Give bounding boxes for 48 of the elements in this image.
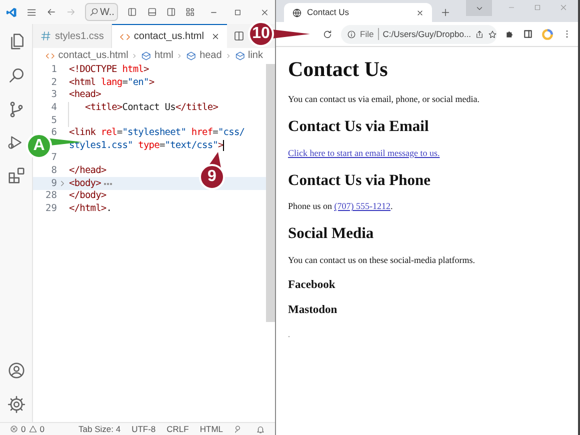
breadcrumb-item[interactable]: link: [248, 48, 263, 63]
line-number: 6: [50, 126, 57, 140]
code-line: </body>: [68, 189, 106, 204]
code-line: </head>: [68, 164, 106, 178]
code-line: <head>: [68, 88, 101, 102]
editor-tab[interactable]: contact_us.html: [112, 24, 227, 48]
line-number: 29: [44, 202, 57, 216]
trailing-period: .: [288, 330, 290, 338]
code-line: </html>.: [68, 202, 112, 216]
breadcrumb-item[interactable]: contact_us.html: [58, 48, 128, 63]
code-line: <title>Contact Us</title>: [85, 100, 218, 115]
breadcrumb-item[interactable]: html: [154, 48, 174, 63]
line-number: 8: [50, 164, 57, 178]
code-line: <html lang="en">: [68, 76, 154, 90]
address-label: File: [360, 28, 379, 40]
section-heading: Contact Us via Phone: [288, 172, 432, 188]
code-line: <!DOCTYPE html>: [68, 63, 149, 78]
status-item[interactable]: UTF-8: [132, 422, 156, 435]
paragraph: You can contact us on these social-media platforms.: [288, 256, 476, 264]
status-item[interactable]: HTML: [200, 422, 223, 435]
browser-tab[interactable]: Contact Us: [284, 3, 432, 22]
section-heading: Contact Us via Email: [288, 119, 430, 134]
section-heading: Social Media: [288, 226, 375, 242]
subsection-heading: Facebook: [288, 280, 336, 291]
address-text: C:/Users/Guy/Dropbo...: [382, 28, 472, 40]
warning-count[interactable]: 0: [40, 422, 44, 435]
line-number: 5: [50, 114, 57, 128]
line-number: 1: [50, 63, 57, 78]
phone-link[interactable]: (707) 555-1212: [334, 201, 391, 211]
subsection-heading: Mastodon: [288, 305, 338, 316]
line-number: 4: [50, 100, 57, 115]
address-bar[interactable]: File C:/Users/Guy/Dropbo...: [341, 24, 497, 44]
line-number: 3: [50, 88, 57, 102]
status-item[interactable]: CRLF: [166, 422, 189, 435]
code-line: <link rel="stylesheet" href="css/: [68, 126, 245, 140]
line-number: 9: [50, 176, 57, 191]
paragraph: You can contact us via email, phone, or social media.: [288, 95, 481, 104]
error-count[interactable]: 0: [21, 422, 26, 435]
paragraph: Phone us on (707) 555-1212.: [288, 202, 394, 211]
line-number: 28: [44, 189, 57, 204]
line-number: 2: [50, 76, 57, 90]
page-heading: Contact Us: [288, 59, 389, 80]
email-link[interactable]: Click here to start an email message to us.: [288, 148, 440, 158]
line-number: 7: [50, 151, 57, 166]
status-item[interactable]: Tab Size: 4: [78, 422, 121, 435]
command-center-field[interactable]: W..: [84, 3, 118, 21]
breadcrumb-item[interactable]: head: [200, 48, 222, 63]
code-line: <body>: [68, 176, 101, 190]
